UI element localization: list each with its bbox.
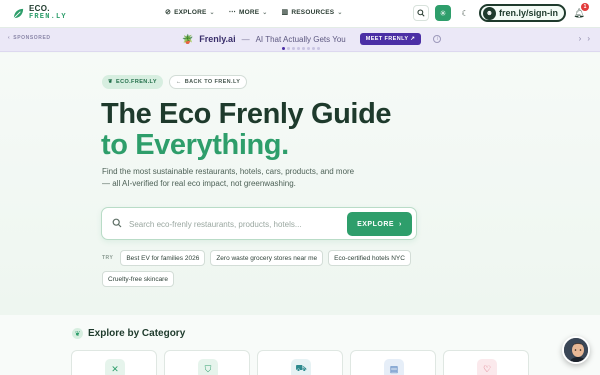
- pagination-dot[interactable]: [282, 47, 285, 50]
- pagination-dot[interactable]: [307, 47, 310, 50]
- car-icon: ⛟: [291, 359, 311, 375]
- suggestion-chip[interactable]: Best EV for families 2026: [120, 250, 206, 266]
- sign-in-button[interactable]: ☻ fren.ly/sign-in: [478, 4, 566, 22]
- suggestion-chips: TRY Best EV for families 2026 Zero waste …: [102, 250, 422, 287]
- top-nav: ECO. FREN.LY ⊘ EXPLORE ⌄ ⋯ MORE ⌄ ▥ RESO…: [0, 0, 600, 28]
- building-icon: ▤: [384, 359, 404, 375]
- chevron-right-icon[interactable]: ›: [579, 34, 582, 43]
- category-cards: ✕ ⛉ ⛟ ▤ ♡: [71, 350, 529, 375]
- banner-prev[interactable]: ‹ SPONSORED: [8, 35, 51, 41]
- nav-more-label: MORE: [238, 8, 260, 16]
- utensils-icon: ✕: [105, 359, 125, 375]
- arrow-left-icon: ←: [175, 79, 182, 85]
- search-icon: [112, 218, 122, 231]
- category-card-restaurants[interactable]: ✕: [71, 350, 157, 375]
- pagination-dot[interactable]: [302, 47, 305, 50]
- explore-button[interactable]: EXPLORE ›: [347, 212, 412, 236]
- sign-in-label: fren.ly/sign-in: [498, 8, 558, 18]
- notifications-button[interactable]: 🔔︎ 1: [572, 3, 589, 21]
- search-input[interactable]: [129, 216, 339, 232]
- frenly-logo-icon: 🪴: [182, 33, 194, 44]
- suggestion-chip[interactable]: Cruelty-free skincare: [102, 271, 174, 287]
- notification-badge: 1: [581, 3, 589, 11]
- logo-line2: FREN.LY: [29, 13, 67, 21]
- sparkle-icon: ✳: [439, 8, 447, 18]
- nav-actions: ✳ ☾ ☻ fren.ly/sign-in 🔔︎ 1: [412, 3, 589, 22]
- search-button[interactable]: [412, 5, 429, 21]
- info-icon[interactable]: i: [433, 35, 442, 43]
- search-bar: EXPLORE ›: [101, 207, 417, 240]
- ai-sparkle-button[interactable]: ✳: [434, 5, 451, 21]
- category-card-hotels[interactable]: ▤: [350, 350, 436, 375]
- nav-more[interactable]: ⋯ MORE ⌄: [228, 8, 268, 17]
- basket-icon: ⛉: [198, 359, 218, 375]
- title-line1: The Eco Frenly Guide: [101, 98, 392, 130]
- eco-badge-label: ECO.FREN.LY: [116, 79, 157, 85]
- category-section: ❦ Explore by Category ✕ ⛉ ⛟ ▤ ♡: [0, 315, 600, 375]
- back-label: BACK TO FREN.LY: [184, 79, 241, 85]
- logo-line1: ECO.: [29, 4, 50, 13]
- leaf-icon: ❦: [72, 328, 83, 339]
- category-card-cars[interactable]: ⛟: [257, 350, 343, 375]
- eco-badge: ❦ ECO.FREN.LY: [102, 75, 163, 89]
- chevron-down-icon: ⌄: [337, 9, 343, 16]
- sponsor-separator: —: [241, 34, 250, 44]
- moon-icon: ☾: [461, 8, 469, 18]
- nav-resources[interactable]: ▥ RESOURCES ⌄: [281, 8, 343, 17]
- external-link-icon: ↗: [410, 36, 416, 42]
- suggestion-chip[interactable]: Zero waste grocery stores near me: [210, 250, 324, 266]
- leaf-icon: [13, 8, 24, 18]
- sponsor-brand: Frenly.ai: [199, 34, 236, 44]
- chevron-right-icon: ›: [399, 220, 402, 228]
- hero-subtitle: Find the most sustainable restaurants, h…: [102, 167, 355, 188]
- chevron-down-icon: ⌄: [209, 9, 215, 16]
- hero-section: ❦ ECO.FREN.LY ← BACK TO FREN.LY The Eco …: [0, 53, 600, 315]
- compass-icon: ⊘: [165, 9, 172, 16]
- pagination-dot[interactable]: [317, 47, 320, 50]
- nav-explore[interactable]: ⊘ EXPLORE ⌄: [165, 8, 215, 17]
- sponsored-label: SPONSORED: [13, 35, 51, 41]
- title-line2: to Everything.: [101, 129, 289, 161]
- pagination-dot[interactable]: [292, 47, 295, 50]
- page-title: The Eco Frenly Guide to Everything.: [101, 98, 392, 161]
- nav-resources-label: RESOURCES: [291, 8, 335, 16]
- try-label: TRY: [102, 255, 114, 261]
- meet-frenly-button[interactable]: MEET FRENLY ↗: [359, 33, 422, 45]
- logo[interactable]: ECO. FREN.LY: [12, 5, 67, 21]
- category-card-groceries[interactable]: ⛉: [164, 350, 250, 375]
- explore-label: EXPLORE: [357, 220, 395, 228]
- dots-icon: ⋯: [228, 9, 236, 16]
- user-avatar-icon: ☻: [482, 6, 496, 20]
- leaf-icon: ❦: [108, 79, 114, 85]
- back-to-frenly-link[interactable]: ← BACK TO FREN.LY: [168, 75, 248, 89]
- nav-links: ⊘ EXPLORE ⌄ ⋯ MORE ⌄ ▥ RESOURCES ⌄: [165, 8, 343, 17]
- category-card-beauty[interactable]: ♡: [443, 350, 529, 375]
- pagination-dot[interactable]: [312, 47, 315, 50]
- chevron-right-icon[interactable]: ›: [587, 34, 590, 43]
- search-icon: [417, 9, 425, 17]
- heart-icon: ♡: [477, 359, 497, 375]
- pagination-dot[interactable]: [287, 47, 290, 50]
- bar-chart-icon: ▥: [281, 9, 289, 16]
- theme-toggle[interactable]: ☾: [457, 5, 473, 21]
- assistant-avatar[interactable]: [562, 336, 590, 364]
- pagination-dot[interactable]: [297, 47, 300, 50]
- chevron-left-icon: ‹: [8, 35, 11, 41]
- meet-frenly-label: MEET FRENLY: [365, 36, 409, 42]
- nav-explore-label: EXPLORE: [174, 8, 207, 16]
- category-heading: Explore by Category: [88, 328, 186, 339]
- suggestion-chip[interactable]: Eco-certified hotels NYC: [328, 250, 411, 266]
- chevron-down-icon: ⌄: [262, 9, 268, 16]
- banner-pagination: [282, 47, 320, 50]
- sponsor-tagline: AI That Actually Gets You: [255, 34, 346, 44]
